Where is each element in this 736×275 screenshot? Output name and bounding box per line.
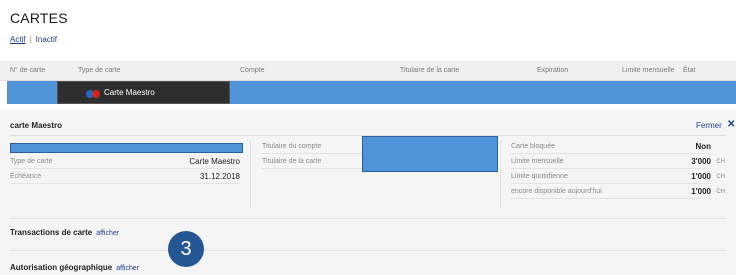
detail-row-monthly-limit: Limite mensuelle 3'000 CH [511,154,725,169]
step-number-badge: 3 [168,231,204,267]
holder-names-redacted [362,136,498,172]
tab-separator: | [29,35,32,44]
detail-row-card-holder: Titulaire de la carte [262,154,362,169]
show-geo-authorization-link[interactable]: afficher [116,265,139,272]
column-expiration[interactable]: Expiration [537,67,568,74]
detail-label: Titulaire de la carte [262,158,322,165]
currency-unit: CH [716,174,725,180]
detail-label: Carte bloquée [511,143,555,150]
detail-value: Carte Maestro [189,157,240,166]
maestro-logo-icon [86,90,101,98]
cards-table-header: N° de carte Type de carte Compte Titulai… [0,61,736,81]
detail-label: Titulaire du compte [262,143,322,150]
page-title: CARTES [10,10,68,26]
detail-row-card-blocked: Carte bloquée Non [511,139,711,154]
tab-active[interactable]: Actif [10,35,26,44]
column-cardholder[interactable]: Titulaire de la carte [400,67,459,74]
details-left-column: Type de carte Carte Maestro Échéance 31.… [10,154,240,184]
divider [10,218,726,219]
detail-row-available-today: encore disponible aujourd'hui 1'000 CH [511,184,725,199]
currency-unit: CH [716,189,725,195]
show-transactions-link[interactable]: afficher [96,230,119,237]
card-type-cell[interactable]: Carte Maestro [57,81,230,104]
status-tabs: Actif | Inactif [10,35,57,44]
close-link[interactable]: Fermer [696,121,722,130]
detail-label: Type de carte [10,158,53,165]
detail-value: 1'000 [691,187,711,196]
detail-label: Échéance [10,173,42,180]
card-type-name: Carte Maestro [104,88,155,97]
detail-row-daily-limit: Limite quotidienne 1'000 CH [511,169,725,184]
section-card-transactions: Transactions de carte afficher [10,228,119,237]
detail-row-card-type: Type de carte Carte Maestro [10,154,240,169]
detail-label: encore disponible aujourd'hui [511,188,602,195]
details-title: carte Maestro [10,121,63,130]
detail-row-expiry: Échéance 31.12.2018 [10,169,240,184]
detail-label: Limite mensuelle [511,158,564,165]
card-number-redacted [10,143,243,153]
section-title: Transactions de carte [10,228,93,237]
detail-value: 1'000 [691,172,711,181]
detail-row-account-holder: Titulaire du compte [262,139,362,154]
details-right-column: Carte bloquée Non Limite mensuelle 3'000… [511,139,725,199]
section-title: Autorisation géographique [10,263,113,272]
section-geo-authorization: Autorisation géographique afficher [10,263,139,272]
column-card-number[interactable]: N° de carte [10,67,45,74]
column-monthly-limit[interactable]: Limite mensuelle [622,67,675,74]
detail-value: 3'000 [691,157,711,166]
column-card-type[interactable]: Type de carte [78,67,120,74]
column-divider [250,140,251,208]
detail-label: Limite quotidienne [511,173,568,180]
close-icon[interactable]: ✕ [727,119,735,130]
detail-value: Non [695,142,711,151]
details-middle-column: Titulaire du compte Titulaire de la cart… [262,139,362,169]
column-status[interactable]: État [683,67,695,74]
card-row[interactable]: Carte Maestro [7,81,736,104]
divider [10,250,726,251]
tab-inactive[interactable]: Inactif [36,35,57,44]
card-details-panel: carte Maestro Fermer ✕ Type de carte Car… [0,110,736,275]
currency-unit: CH [716,159,725,165]
detail-value: 31.12.2018 [199,172,240,181]
column-divider [500,140,501,208]
column-account[interactable]: Compte [240,67,265,74]
